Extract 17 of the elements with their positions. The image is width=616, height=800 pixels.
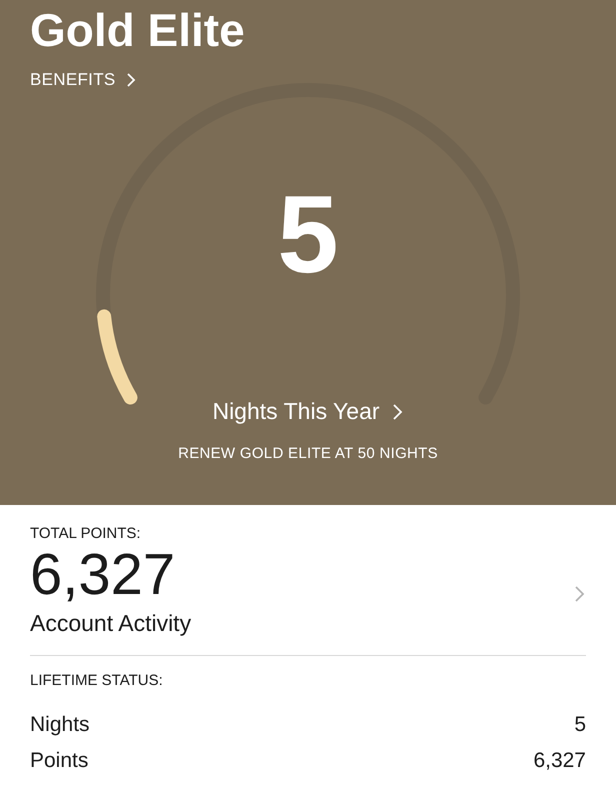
- account-activity-label: Account Activity: [30, 610, 192, 637]
- chevron-icon: [574, 584, 586, 604]
- benefits-link[interactable]: BENEFITS: [30, 70, 136, 90]
- stat-label: Nights: [30, 713, 90, 737]
- tier-title: Gold Elite: [30, 3, 245, 58]
- nights-count: 5: [277, 180, 339, 290]
- total-points-value: 6,327: [30, 542, 176, 608]
- stat-value: 6,327: [533, 749, 586, 773]
- chevron-icon: [126, 72, 136, 88]
- account-activity-link[interactable]: 6,327 Account Activity: [30, 542, 586, 637]
- renew-note: RENEW GOLD ELITE AT 50 NIGHTS: [178, 445, 438, 462]
- total-points-label: TOTAL POINTS:: [30, 525, 142, 542]
- stat-label: Points: [30, 749, 88, 773]
- nights-this-year-link[interactable]: Nights This Year: [212, 398, 404, 425]
- stat-value: 5: [574, 713, 586, 737]
- chevron-icon: [392, 402, 404, 422]
- lifetime-status-label: LIFETIME STATUS:: [30, 672, 164, 689]
